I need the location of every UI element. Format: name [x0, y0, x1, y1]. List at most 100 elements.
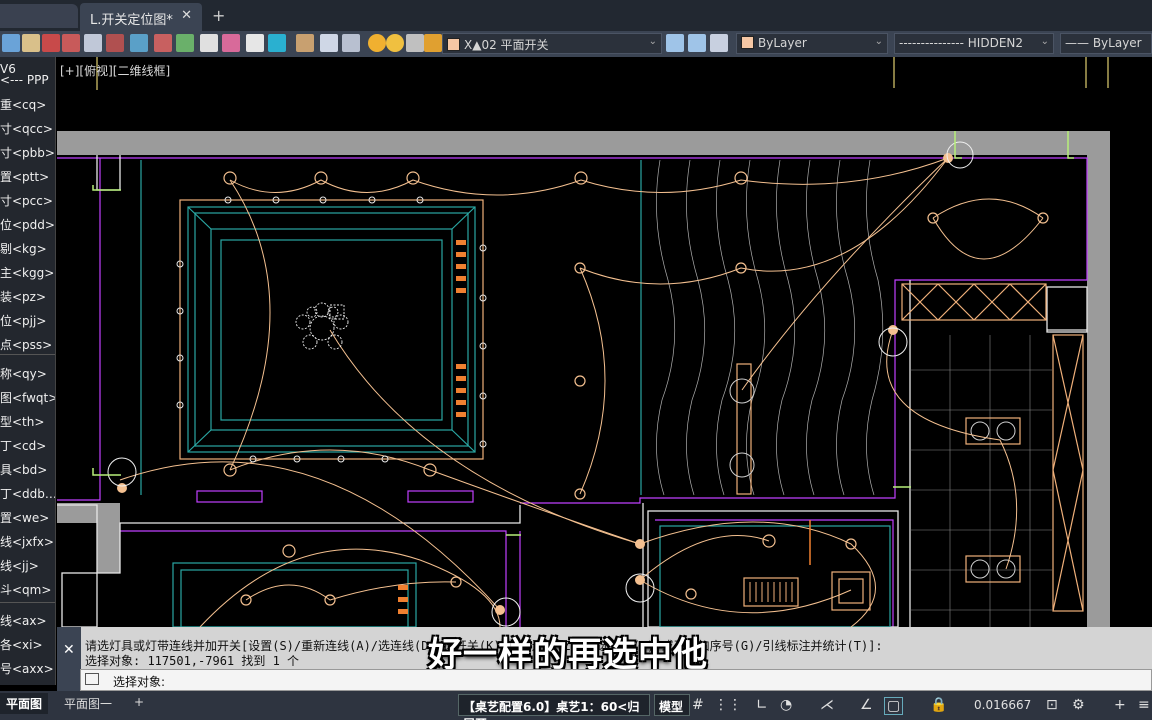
- command-palette-item[interactable]: 主<kgg>: [0, 261, 55, 285]
- chevron-down-icon: ⌄: [648, 36, 657, 47]
- gear-icon[interactable]: ⚙: [1072, 697, 1085, 713]
- drawing-area[interactable]: [57, 57, 1152, 627]
- command-palette-item[interactable]: 称<qy>: [0, 362, 55, 386]
- layer-icon[interactable]: [2, 34, 20, 52]
- grid-icon[interactable]: #: [692, 697, 704, 713]
- color-dropdown[interactable]: ByLayer ⌄: [736, 33, 888, 54]
- close-icon[interactable]: ✕: [63, 642, 75, 658]
- command-palette-item[interactable]: 剔<kg>: [0, 237, 55, 261]
- command-palette-item[interactable]: 线<jxfx>: [0, 530, 55, 554]
- tab-previous[interactable]: [0, 4, 78, 28]
- model-space-button[interactable]: 模型: [654, 694, 690, 716]
- wood-floor-pattern: [656, 159, 884, 496]
- layer-name: X▲02 平面开关: [464, 38, 549, 52]
- bulb-icon[interactable]: [368, 34, 386, 52]
- selection-icon[interactable]: ▢: [884, 697, 904, 715]
- status-bar: 平面图 平面图一 + 【桌艺配置6.0】桌艺1：60<归层开> 模型 # ⋮⋮ …: [0, 691, 1152, 720]
- freeze-icon[interactable]: [406, 34, 424, 52]
- linetype-preview: ---------------: [899, 36, 964, 50]
- color-swatch: [741, 36, 754, 49]
- angle-icon[interactable]: ∠: [860, 697, 873, 713]
- command-palette-item[interactable]: 寸<pbb>: [0, 141, 55, 165]
- walls: [57, 131, 1110, 627]
- layer-states-icon[interactable]: [342, 34, 360, 52]
- move-icon[interactable]: [106, 34, 124, 52]
- copy-icon[interactable]: [84, 34, 102, 52]
- command-palette-item[interactable]: 型<th>: [0, 410, 55, 434]
- polar-icon[interactable]: ◔: [780, 697, 792, 713]
- layout-tab-model[interactable]: 平面图: [0, 693, 49, 714]
- door-markers: [92, 131, 1074, 536]
- view-icon[interactable]: [268, 34, 286, 52]
- zoom-scale[interactable]: 0.016667: [974, 698, 1031, 712]
- command-palette-item[interactable]: 斗<qm>: [0, 578, 55, 602]
- command-grip[interactable]: ✕: [57, 627, 81, 669]
- command-palette-item[interactable]: 丁<ddb…: [0, 482, 55, 506]
- ortho-icon[interactable]: ∟: [756, 697, 768, 713]
- command-palette-item[interactable]: <--- PPP: [0, 68, 55, 92]
- linetype-dropdown[interactable]: --------------- HIDDEN2 ⌄: [894, 33, 1054, 54]
- tab-active-document[interactable]: L.开关定位图* ✕: [80, 3, 202, 31]
- command-palette-item[interactable]: 线<jj>: [0, 554, 55, 578]
- trim-icon[interactable]: [154, 34, 172, 52]
- chandelier: [295, 302, 349, 350]
- appliances: [729, 378, 1016, 579]
- command-palette-item[interactable]: 丁<cd>: [0, 434, 55, 458]
- command-palette-item[interactable]: 具<bd>: [0, 458, 55, 482]
- osnap-icon[interactable]: ⋌: [820, 697, 834, 713]
- snap-icon[interactable]: ⋮⋮: [714, 697, 742, 713]
- lock-icon[interactable]: [424, 34, 442, 52]
- color-value: ByLayer: [758, 36, 807, 50]
- command-palette-item[interactable]: 寸<pcc>: [0, 189, 55, 213]
- delete-icon[interactable]: [62, 34, 80, 52]
- viewport-label[interactable]: [+][俯视][二维线框]: [60, 62, 170, 79]
- config-status[interactable]: 【桌艺配置6.0】桌艺1：60<归层开>: [458, 694, 650, 720]
- command-palette-item[interactable]: 寸<qcc>: [0, 117, 55, 141]
- layout-tab-1[interactable]: 平面图一: [58, 693, 118, 714]
- list-icon[interactable]: [320, 34, 338, 52]
- select-icon[interactable]: [130, 34, 148, 52]
- command-settings[interactable]: [57, 669, 80, 691]
- command-palette-item[interactable]: 位<pjj>: [0, 309, 55, 333]
- chevron-down-icon: ⌄: [1040, 36, 1049, 47]
- layer-iso-icon[interactable]: [710, 34, 728, 52]
- annotation-icon[interactable]: ⊡: [1046, 697, 1058, 713]
- lineweight-dropdown[interactable]: —— ByLayer: [1060, 33, 1152, 54]
- lineweight-value: ByLayer: [1092, 36, 1142, 50]
- hatch-icon[interactable]: [22, 34, 40, 52]
- image-icon[interactable]: [176, 34, 194, 52]
- block-icon[interactable]: [222, 34, 240, 52]
- layer-dropdown[interactable]: X▲02 平面开关 ⌄: [442, 33, 662, 54]
- command-palette-item[interactable]: 位<pdd>: [0, 213, 55, 237]
- pendant-lights: [223, 171, 776, 558]
- add-icon[interactable]: +: [1114, 697, 1126, 713]
- command-palette-item[interactable]: 重<cq>: [0, 93, 55, 117]
- stop-icon[interactable]: [42, 34, 60, 52]
- command-input[interactable]: 选择对象:: [80, 669, 1152, 691]
- palette-divider: [0, 354, 55, 355]
- lock-icon[interactable]: 🔒: [930, 697, 947, 713]
- command-prompt: 选择对象:: [113, 675, 166, 689]
- menu-icon[interactable]: ≡: [1138, 697, 1150, 713]
- dimension-icon[interactable]: [200, 34, 218, 52]
- command-palette-item[interactable]: 号<axx>: [0, 657, 55, 681]
- previous-layer-icon[interactable]: [688, 34, 706, 52]
- linetype-value: HIDDEN2: [967, 36, 1024, 50]
- match-layer-icon[interactable]: [666, 34, 684, 52]
- command-palette-item[interactable]: 各<xi>: [0, 633, 55, 657]
- command-palette-item[interactable]: 装<pz>: [0, 285, 55, 309]
- command-palette-item[interactable]: 线<ax>: [0, 609, 55, 633]
- lineweight-preview: ——: [1065, 36, 1089, 50]
- command-palette-item[interactable]: 置<ptt>: [0, 165, 55, 189]
- new-tab-button[interactable]: +: [212, 6, 225, 25]
- edit-icon[interactable]: [296, 34, 314, 52]
- print-icon[interactable]: [246, 34, 264, 52]
- command-palette-item[interactable]: 图<fwqt>: [0, 386, 55, 410]
- command-palette-item[interactable]: 置<we>: [0, 506, 55, 530]
- command-palette: V6 <--- PPP 重<cq> 寸<qcc> 寸<pbb> 置<ptt> 寸<pcc> 位…: [0, 57, 56, 685]
- close-icon[interactable]: ✕: [181, 8, 192, 23]
- tab-title: L.开关定位图*: [90, 13, 173, 28]
- sun-icon[interactable]: [386, 34, 404, 52]
- add-layout-button[interactable]: +: [128, 693, 150, 711]
- palette-divider: [0, 602, 55, 603]
